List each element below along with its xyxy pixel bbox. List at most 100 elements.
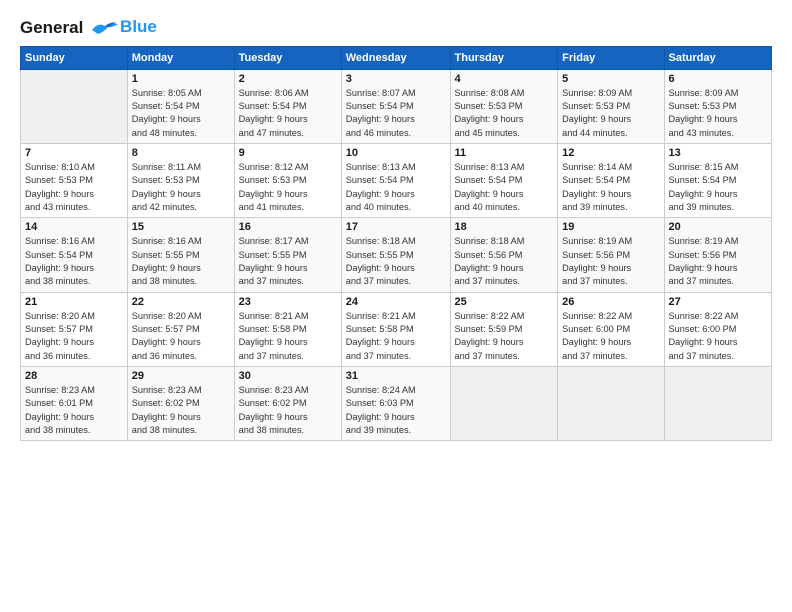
calendar-cell: 2 Sunrise: 8:06 AM Sunset: 5:54 PM Daylig… (234, 69, 341, 143)
calendar-cell: 9Sunrise: 8:12 AM Sunset: 5:53 PM Daylig… (234, 143, 341, 217)
calendar-cell: 4 Sunrise: 8:08 AM Sunset: 5:53 PM Daylig… (450, 69, 558, 143)
day-info: Sunrise: 8:21 AM Sunset: 5:58 PM Dayligh… (346, 310, 446, 363)
day-number: 6 (669, 73, 768, 85)
calendar-cell: 12 Sunrise: 8:14 AM Sunset: 5:54 PM Dayli… (558, 143, 664, 217)
calendar-body: 1 Sunrise: 8:05 AM Sunset: 5:54 PM Daylig… (21, 69, 772, 441)
day-number: 26 (562, 296, 659, 308)
day-number: 25 (455, 296, 554, 308)
day-info: Sunrise: 8:23 AM Sunset: 6:01 PM Dayligh… (25, 384, 123, 437)
logo-line1: General (20, 18, 83, 37)
day-number: 18 (455, 221, 554, 233)
day-number: 15 (132, 221, 230, 233)
day-info: Sunrise: 8:15 AM Sunset: 5:54 PM Dayligh… (669, 161, 768, 214)
calendar-cell: 29 Sunrise: 8:23 AM Sunset: 6:02 PM Dayli… (127, 367, 234, 441)
day-info: Sunrise: 8:07 AM Sunset: 5:54 PM Dayligh… (346, 87, 446, 140)
day-info: Sunrise: 8:16 AM Sunset: 5:55 PM Dayligh… (132, 235, 230, 288)
day-info: Sunrise: 8:05 AM Sunset: 5:54 PM Dayligh… (132, 87, 230, 140)
day-number: 20 (669, 221, 768, 233)
day-number: 27 (669, 296, 768, 308)
day-number: 8 (132, 147, 230, 159)
logo-line2: Blue (120, 17, 157, 36)
calendar-cell: 22 Sunrise: 8:20 AM Sunset: 5:57 PM Dayli… (127, 292, 234, 366)
calendar-cell: 30 Sunrise: 8:23 AM Sunset: 6:02 PM Dayli… (234, 367, 341, 441)
calendar-cell: 8 Sunrise: 8:11 AM Sunset: 5:53 PM Daylig… (127, 143, 234, 217)
calendar-header-row: SundayMondayTuesdayWednesdayThursdayFrid… (21, 46, 772, 69)
day-number: 14 (25, 221, 123, 233)
day-info: Sunrise: 8:23 AM Sunset: 6:02 PM Dayligh… (132, 384, 230, 437)
day-info: Sunrise: 8:20 AM Sunset: 5:57 PM Dayligh… (132, 310, 230, 363)
calendar-cell: 1 Sunrise: 8:05 AM Sunset: 5:54 PM Daylig… (127, 69, 234, 143)
day-number: 5 (562, 73, 659, 85)
calendar-cell: 24 Sunrise: 8:21 AM Sunset: 5:58 PM Dayli… (341, 292, 450, 366)
day-info: Sunrise: 8:19 AM Sunset: 5:56 PM Dayligh… (669, 235, 768, 288)
day-number: 4 (455, 73, 554, 85)
day-number: 2 (239, 73, 337, 85)
calendar-cell: 17Sunrise: 8:18 AM Sunset: 5:55 PM Dayli… (341, 218, 450, 292)
day-number: 30 (239, 370, 337, 382)
calendar-cell: 13 Sunrise: 8:15 AM Sunset: 5:54 PM Dayli… (664, 143, 772, 217)
calendar-cell: 19 Sunrise: 8:19 AM Sunset: 5:56 PM Dayli… (558, 218, 664, 292)
calendar-cell: 3 Sunrise: 8:07 AM Sunset: 5:54 PM Daylig… (341, 69, 450, 143)
day-info: Sunrise: 8:18 AM Sunset: 5:55 PM Dayligh… (346, 235, 446, 288)
calendar-cell: 18Sunrise: 8:18 AM Sunset: 5:56 PM Dayli… (450, 218, 558, 292)
calendar-week-row: 28 Sunrise: 8:23 AM Sunset: 6:01 PM Dayli… (21, 367, 772, 441)
day-number: 19 (562, 221, 659, 233)
day-info: Sunrise: 8:21 AM Sunset: 5:58 PM Dayligh… (239, 310, 337, 363)
day-number: 11 (455, 147, 554, 159)
day-number: 3 (346, 73, 446, 85)
day-info: Sunrise: 8:11 AM Sunset: 5:53 PM Dayligh… (132, 161, 230, 214)
day-info: Sunrise: 8:19 AM Sunset: 5:56 PM Dayligh… (562, 235, 659, 288)
calendar-week-row: 7Sunrise: 8:10 AM Sunset: 5:53 PM Daylig… (21, 143, 772, 217)
day-number: 31 (346, 370, 446, 382)
day-info: Sunrise: 8:16 AM Sunset: 5:54 PM Dayligh… (25, 235, 123, 288)
calendar-day-header: Sunday (21, 46, 128, 69)
calendar-week-row: 21Sunrise: 8:20 AM Sunset: 5:57 PM Dayli… (21, 292, 772, 366)
day-number: 7 (25, 147, 123, 159)
day-number: 23 (239, 296, 337, 308)
day-number: 22 (132, 296, 230, 308)
logo: General Blue (20, 18, 157, 38)
calendar-day-header: Monday (127, 46, 234, 69)
calendar-cell: 23 Sunrise: 8:21 AM Sunset: 5:58 PM Dayli… (234, 292, 341, 366)
calendar-cell: 7Sunrise: 8:10 AM Sunset: 5:53 PM Daylig… (21, 143, 128, 217)
day-number: 13 (669, 147, 768, 159)
calendar-cell: 31 Sunrise: 8:24 AM Sunset: 6:03 PM Dayli… (341, 367, 450, 441)
calendar-day-header: Thursday (450, 46, 558, 69)
day-number: 16 (239, 221, 337, 233)
calendar-cell: 16Sunrise: 8:17 AM Sunset: 5:55 PM Dayli… (234, 218, 341, 292)
calendar-cell: 25Sunrise: 8:22 AM Sunset: 5:59 PM Dayli… (450, 292, 558, 366)
calendar-cell: 14 Sunrise: 8:16 AM Sunset: 5:54 PM Dayli… (21, 218, 128, 292)
day-info: Sunrise: 8:14 AM Sunset: 5:54 PM Dayligh… (562, 161, 659, 214)
calendar-day-header: Tuesday (234, 46, 341, 69)
day-info: Sunrise: 8:09 AM Sunset: 5:53 PM Dayligh… (562, 87, 659, 140)
calendar-cell (21, 69, 128, 143)
day-number: 12 (562, 147, 659, 159)
calendar-cell (558, 367, 664, 441)
calendar-day-header: Wednesday (341, 46, 450, 69)
day-number: 9 (239, 147, 337, 159)
day-info: Sunrise: 8:09 AM Sunset: 5:53 PM Dayligh… (669, 87, 768, 140)
calendar-cell: 28 Sunrise: 8:23 AM Sunset: 6:01 PM Dayli… (21, 367, 128, 441)
calendar-cell: 15 Sunrise: 8:16 AM Sunset: 5:55 PM Dayli… (127, 218, 234, 292)
calendar-cell: 27Sunrise: 8:22 AM Sunset: 6:00 PM Dayli… (664, 292, 772, 366)
day-info: Sunrise: 8:08 AM Sunset: 5:53 PM Dayligh… (455, 87, 554, 140)
calendar-cell: 11 Sunrise: 8:13 AM Sunset: 5:54 PM Dayli… (450, 143, 558, 217)
day-info: Sunrise: 8:22 AM Sunset: 6:00 PM Dayligh… (562, 310, 659, 363)
day-info: Sunrise: 8:24 AM Sunset: 6:03 PM Dayligh… (346, 384, 446, 437)
day-info: Sunrise: 8:06 AM Sunset: 5:54 PM Dayligh… (239, 87, 337, 140)
calendar-cell (664, 367, 772, 441)
day-number: 29 (132, 370, 230, 382)
day-info: Sunrise: 8:13 AM Sunset: 5:54 PM Dayligh… (346, 161, 446, 214)
logo-bird-icon (90, 20, 120, 38)
calendar-table: SundayMondayTuesdayWednesdayThursdayFrid… (20, 46, 772, 442)
page-header: General Blue (20, 18, 772, 38)
calendar-cell: 10Sunrise: 8:13 AM Sunset: 5:54 PM Dayli… (341, 143, 450, 217)
day-number: 1 (132, 73, 230, 85)
day-info: Sunrise: 8:13 AM Sunset: 5:54 PM Dayligh… (455, 161, 554, 214)
calendar-cell: 20 Sunrise: 8:19 AM Sunset: 5:56 PM Dayli… (664, 218, 772, 292)
day-number: 24 (346, 296, 446, 308)
calendar-cell: 21Sunrise: 8:20 AM Sunset: 5:57 PM Dayli… (21, 292, 128, 366)
calendar-cell: 5 Sunrise: 8:09 AM Sunset: 5:53 PM Daylig… (558, 69, 664, 143)
day-info: Sunrise: 8:23 AM Sunset: 6:02 PM Dayligh… (239, 384, 337, 437)
day-number: 28 (25, 370, 123, 382)
